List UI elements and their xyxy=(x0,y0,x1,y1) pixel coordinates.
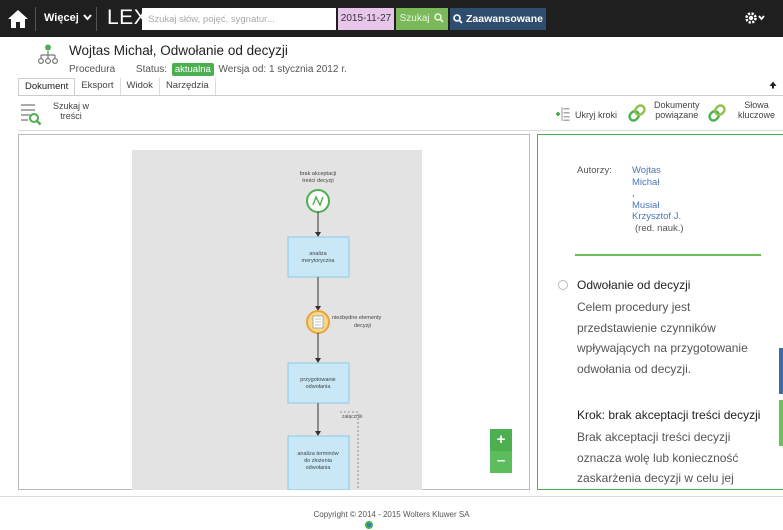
author-link-1-line1[interactable]: Wojtas xyxy=(632,165,684,177)
step3-label-1: analiza terminów xyxy=(297,451,338,457)
related-documents-label-2: powiązane xyxy=(655,110,699,120)
step2-label-1: przygotowanie xyxy=(300,377,335,383)
status-badge: aktualna xyxy=(171,63,214,76)
step-przygotowanie-odwolania[interactable] xyxy=(287,362,350,404)
step3-label-3: odwołania xyxy=(306,465,332,471)
more-menu-button[interactable]: Więcej xyxy=(44,12,92,24)
search-in-text-button[interactable]: Szukaj w treści xyxy=(53,101,89,121)
author-link-1-line2[interactable]: Michał xyxy=(632,177,684,189)
zoom-in-button[interactable]: + xyxy=(490,429,512,451)
authors-list: Wojtas Michał , Musiał Krzysztof J. (red… xyxy=(632,165,684,234)
advanced-search-button[interactable]: Zaawansowane xyxy=(450,8,546,30)
author-role: (red. nauk.) xyxy=(635,222,684,234)
document-type: Procedura xyxy=(69,64,116,75)
divider xyxy=(35,7,36,31)
document-meta: Procedura Status: aktualna Wersja od: 1 … xyxy=(69,63,347,76)
copyright-text: Copyright © 2014 - 2015 Wolters Kluwer S… xyxy=(313,510,470,519)
tab-eksport[interactable]: Eksport xyxy=(75,78,121,96)
wolters-kluwer-logo xyxy=(365,521,373,529)
divider xyxy=(96,7,97,31)
hide-steps-icon[interactable] xyxy=(555,106,571,122)
settings-button[interactable] xyxy=(744,11,766,28)
gateway-label-1: niezbędne elementy xyxy=(332,315,381,321)
search-in-text-label-1: Szukaj w xyxy=(53,101,90,111)
start-event-label-2: treści decyzji xyxy=(302,178,333,184)
zoom-out-button[interactable]: – xyxy=(490,451,512,473)
step1-label-2: merytoryczna xyxy=(301,258,335,264)
tab-narzedzia[interactable]: Narzędzia xyxy=(160,78,216,96)
related-documents-button[interactable]: Dokumenty powiązane xyxy=(654,100,700,120)
gateway-label-2: decyzji xyxy=(354,323,371,329)
divider xyxy=(18,95,783,96)
divider xyxy=(575,254,761,256)
link-icon[interactable] xyxy=(626,102,648,124)
procedure-icon xyxy=(38,44,58,65)
authors-label: Autorzy: xyxy=(577,165,612,176)
search-in-text-icon[interactable] xyxy=(20,102,42,126)
step-analiza-merytoryczna[interactable] xyxy=(287,236,350,278)
chevron-down-icon xyxy=(83,12,92,24)
tab-dokument[interactable]: Dokument xyxy=(18,78,76,96)
hide-steps-button[interactable]: Ukryj kroki xyxy=(575,110,617,120)
document-title: Wojtas Michał, Odwołanie od decyzji xyxy=(69,43,288,58)
collapse-arrow-icon[interactable] xyxy=(769,81,777,92)
author-link-2-line1[interactable]: Musiał xyxy=(632,200,684,212)
step3-label-2: do złożenia xyxy=(304,458,333,464)
section-title: Odwołanie od decyzji xyxy=(577,278,691,292)
side-tab-blue[interactable] xyxy=(779,348,783,394)
document-version: Wersja od: 1 stycznia 2012 r. xyxy=(218,64,347,75)
side-tab-green[interactable] xyxy=(779,400,783,446)
search-button[interactable]: Szukaj xyxy=(396,8,448,30)
status-label: Status: xyxy=(135,64,168,75)
divider xyxy=(18,130,783,131)
more-menu-label: Więcej xyxy=(44,12,79,24)
author-link-2-line2[interactable]: Krzysztof J. xyxy=(632,211,684,223)
search-input[interactable] xyxy=(142,8,336,30)
home-icon[interactable] xyxy=(7,9,29,29)
gear-icon xyxy=(745,12,765,24)
section-bullet-icon[interactable] xyxy=(558,280,568,290)
step1-label-1: analiza xyxy=(309,251,327,257)
search-icon xyxy=(434,13,444,23)
step2-label-2: odwołania xyxy=(306,384,332,390)
section-body: Celem procedury jest przedstawienie czyn… xyxy=(577,300,748,376)
tab-widok[interactable]: Widok xyxy=(121,78,160,96)
step-title: Krok: brak akceptacji treści decyzji xyxy=(577,408,761,422)
advanced-search-label: Zaawansowane xyxy=(465,13,544,25)
search-icon xyxy=(453,14,463,24)
search-in-text-label-2: treści xyxy=(60,111,82,121)
link-icon[interactable] xyxy=(706,102,728,124)
top-bar: Więcej LEX 2015-11-27 Szukaj Zaawansowan… xyxy=(0,0,783,37)
start-event-label-1: brak akceptacji xyxy=(300,171,337,177)
date-field[interactable]: 2015-11-27 xyxy=(338,8,394,30)
search-button-label: Szukaj xyxy=(399,13,430,24)
author-separator: , xyxy=(632,188,635,199)
procedure-diagram[interactable]: brak akceptacji treści decyzji analiza m… xyxy=(132,150,422,490)
divider xyxy=(0,496,783,497)
keywords-label-1: Słowa xyxy=(744,100,769,110)
keywords-label-2: kluczowe xyxy=(738,110,776,120)
related-documents-label-1: Dokumenty xyxy=(654,100,700,110)
attachment-label: załącznik xyxy=(342,414,363,420)
step-body: Brak akceptacji treści decyzji oznacza w… xyxy=(577,430,739,485)
keywords-button[interactable]: Słowa kluczowe xyxy=(738,100,775,120)
document-tabs: Dokument Eksport Widok Narzędzia xyxy=(18,78,216,96)
